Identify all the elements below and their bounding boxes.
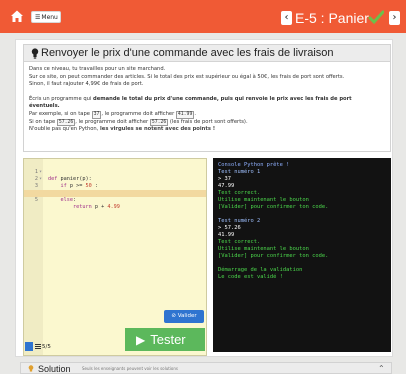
example2-suffix: (les frais de port sont offerts). <box>168 118 248 125</box>
book-icon[interactable] <box>25 342 33 351</box>
task-bold-line2: éventuels. <box>29 103 60 110</box>
python-note: N'oublie pas qu'en Python, les virgules … <box>29 126 387 134</box>
intro-line: Sur ce site, on peut commander des artic… <box>29 73 345 80</box>
code-text: return p + 4.99 <box>73 204 120 210</box>
home-icon[interactable] <box>10 9 24 23</box>
console-line: Test numéro 2 <box>218 218 261 224</box>
console-line: Le code est validé ! <box>218 274 283 280</box>
code-line[interactable]: 2 ▾ if p >= 50 : <box>24 169 206 189</box>
console-line: [Valider] pour confirmer ton code. <box>218 253 329 259</box>
exercise-statement: Renvoyer le prix d'une commande avec les… <box>23 44 391 152</box>
console-line: Test correct. <box>218 239 261 245</box>
chevron-right-icon: › <box>392 12 397 23</box>
chevron-left-icon: ‹ <box>284 12 289 23</box>
console-line: > 57.26 <box>218 225 241 231</box>
example1-prefix: Par exemple, si on tape <box>29 110 92 117</box>
hamburger-icon: ☰ <box>35 14 41 21</box>
example1-mid: , le programme doit afficher <box>101 110 176 117</box>
example2-input: 57.26 <box>56 118 76 127</box>
editor-footer: 5/5 <box>25 341 51 353</box>
console-line: 47.99 <box>218 183 235 189</box>
validate-label: Valider <box>177 313 197 319</box>
example1-suffix: . <box>194 110 196 117</box>
code-line[interactable]: 1 ▾ def panier(p): <box>24 162 206 182</box>
exercise-title: Renvoyer le prix d'une commande avec les… <box>41 47 334 59</box>
line-number: 5 <box>34 197 38 203</box>
code-line[interactable]: 4▾ else: <box>24 183 206 203</box>
example-1: Par exemple, si on tape 37, le programme… <box>29 110 387 119</box>
task-bold: demande le total du prix d'une commande,… <box>93 95 352 102</box>
console-line: Utilise maintenant le bouton <box>218 197 309 203</box>
next-exercise-button[interactable]: › <box>389 11 400 25</box>
lightbulb-icon <box>28 365 34 372</box>
console-line: Utilise maintenant le bouton <box>218 246 309 252</box>
note-prefix: N'oublie pas qu'en Python, <box>29 126 101 133</box>
list-icon[interactable] <box>35 343 41 350</box>
play-icon: ▶ <box>136 333 146 347</box>
progress-count: 5/5 <box>42 344 51 350</box>
console-line: Test numéro 1 <box>218 169 261 175</box>
chevron-up-icon[interactable]: ⌃ <box>378 363 385 374</box>
code-line[interactable]: 3 return p <box>24 176 206 196</box>
menu-button[interactable]: ☰Menu <box>31 11 61 23</box>
console-line: 41.99 <box>218 232 235 238</box>
top-bar: ☰Menu ‹ E-5 : Panier › <box>0 0 406 33</box>
intro-line: Sinon, il faut rajouter 4,99€ de frais d… <box>29 81 144 88</box>
example-2: Si on tape 57.26, le programme doit affi… <box>29 118 387 127</box>
intro-line: Dans ce niveau, tu travailles pour un si… <box>29 66 166 72</box>
task-prefix: Écris un programme qui <box>29 95 93 102</box>
console-line: Démarrage de la validation <box>218 267 303 273</box>
code-text: else: <box>60 197 77 203</box>
solution-panel[interactable]: Solution Seuls les enseignants peuvent v… <box>20 362 392 374</box>
console-line: Test correct. <box>218 190 261 196</box>
exercise-header: Renvoyer le prix d'une commande avec les… <box>24 45 390 62</box>
lightbulb-icon <box>31 48 39 59</box>
code-editor[interactable]: 1▾ def panier(p): 2▾ if p >= 50 : 3 retu… <box>23 158 207 356</box>
console-line: [Valider] pour confirmer ton code. <box>218 204 329 210</box>
console-header: Console Python prête ! <box>218 162 290 168</box>
menu-label: Menu <box>41 14 58 21</box>
exercise-description: Dans ce niveau, tu travailles pour un si… <box>29 66 387 134</box>
solution-note: Seuls les enseignants peuvent voir les s… <box>82 366 178 371</box>
example1-input: 37 <box>91 110 102 119</box>
note-bold: les virgules se notent avec des points ! <box>100 126 216 133</box>
example2-output: 57.26 <box>149 118 169 127</box>
check-icon <box>368 10 384 25</box>
solution-title: Solution <box>38 364 71 374</box>
example1-output: 41.99 <box>175 110 195 119</box>
python-console: Console Python prête ! Test numéro 1 > 37… <box>213 158 391 352</box>
page-title: E-5 : Panier <box>295 10 369 26</box>
console-line: > 37 <box>218 176 231 182</box>
example2-prefix: Si on tape <box>29 118 57 125</box>
test-label: Tester <box>150 332 186 347</box>
previous-exercise-button[interactable]: ‹ <box>281 11 292 25</box>
example2-mid: , le programme doit afficher <box>75 118 150 125</box>
code-line-active[interactable]: 5 return p + 4.99 <box>24 190 206 210</box>
task-line-2: éventuels. <box>29 103 387 111</box>
task-line: Écris un programme qui demande le total … <box>29 96 387 104</box>
test-button[interactable]: ▶ Tester <box>125 328 205 351</box>
validate-check-icon: ⊘ <box>171 313 176 319</box>
validate-button[interactable]: ⊘ Valider <box>164 310 204 323</box>
